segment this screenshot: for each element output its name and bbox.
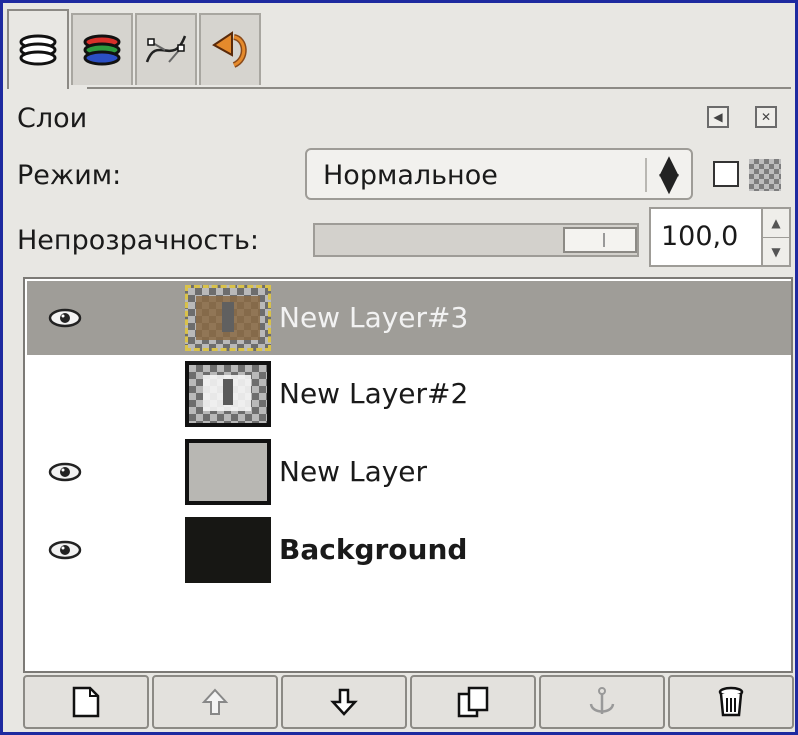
tab-menu-button[interactable]: ◀ — [707, 106, 729, 128]
layers-icon — [19, 34, 57, 66]
tab-undo-history[interactable] — [199, 13, 261, 85]
channels-icon — [83, 34, 121, 66]
layers-dialog: Слои ◀ ✕ Режим: Нормальное ▲ ▼ Непрозрачн… — [0, 0, 798, 735]
raise-layer-button[interactable] — [152, 675, 278, 729]
opacity-value: 100,0 — [661, 221, 739, 252]
arrow-up-icon: ▲ — [771, 216, 781, 230]
eye-icon[interactable] — [47, 305, 83, 331]
layer-row[interactable]: New Layer — [27, 435, 791, 509]
spin-up-button[interactable]: ▲ — [763, 209, 789, 238]
updown-arrows-icon: ▲ ▼ — [659, 150, 679, 198]
tab-paths[interactable] — [135, 13, 197, 85]
new-layer-button[interactable] — [23, 675, 149, 729]
layer-button-bar — [23, 675, 794, 729]
layer-row[interactable]: Background — [27, 513, 791, 587]
lower-layer-icon — [330, 688, 358, 716]
layer-thumbnail — [185, 285, 271, 351]
undo-history-icon — [212, 31, 247, 68]
spin-down-button[interactable]: ▼ — [763, 238, 789, 266]
raise-layer-icon — [201, 688, 229, 715]
mode-select[interactable]: Нормальное ▲ ▼ — [305, 148, 693, 200]
layer-name[interactable]: New Layer#3 — [279, 301, 468, 334]
tab-underline — [87, 87, 791, 89]
eye-icon[interactable] — [47, 459, 83, 485]
close-tab-button[interactable]: ✕ — [755, 106, 777, 128]
close-icon: ✕ — [760, 110, 772, 124]
arrow-down-icon: ▼ — [771, 245, 781, 259]
layer-thumbnail — [185, 517, 271, 583]
panel-title: Слои — [17, 103, 88, 134]
layer-row[interactable]: New Layer#3 — [27, 281, 791, 355]
anchor-layer-icon — [589, 687, 615, 714]
delete-layer-icon — [718, 686, 744, 717]
layer-thumbnail — [185, 439, 271, 505]
layer-thumbnail — [185, 361, 271, 427]
lock-alpha-checkbox[interactable] — [713, 161, 739, 187]
dock-tab-bar — [7, 7, 791, 89]
new-layer-icon — [72, 686, 100, 718]
opacity-label: Непрозрачность: — [17, 225, 259, 256]
mode-label: Режим: — [17, 160, 122, 191]
paths-icon — [145, 35, 187, 63]
tab-channels[interactable] — [71, 13, 133, 85]
duplicate-layer-button[interactable] — [410, 675, 536, 729]
opacity-spinbox[interactable]: 100,0 — [649, 207, 763, 267]
layer-list: New Layer#3 New Layer#2 New Layer Backgr… — [23, 277, 793, 673]
opacity-spin-buttons: ▲ ▼ — [763, 207, 791, 267]
layer-row[interactable]: New Layer#2 — [27, 357, 791, 431]
layer-name[interactable]: Background — [279, 533, 467, 566]
opacity-slider[interactable] — [313, 223, 639, 257]
triangle-left-icon: ◀ — [713, 110, 723, 124]
lower-layer-button[interactable] — [281, 675, 407, 729]
anchor-layer-button[interactable] — [539, 675, 665, 729]
delete-layer-button[interactable] — [668, 675, 794, 729]
tab-layers[interactable] — [7, 9, 69, 89]
transparency-icon — [749, 159, 781, 191]
duplicate-layer-icon — [457, 686, 489, 718]
mode-value: Нормальное — [323, 160, 498, 191]
combo-separator — [645, 158, 647, 192]
eye-icon[interactable] — [47, 537, 83, 563]
opacity-slider-thumb[interactable] — [563, 227, 637, 253]
layer-name[interactable]: New Layer — [279, 455, 427, 488]
layer-name[interactable]: New Layer#2 — [279, 377, 468, 410]
